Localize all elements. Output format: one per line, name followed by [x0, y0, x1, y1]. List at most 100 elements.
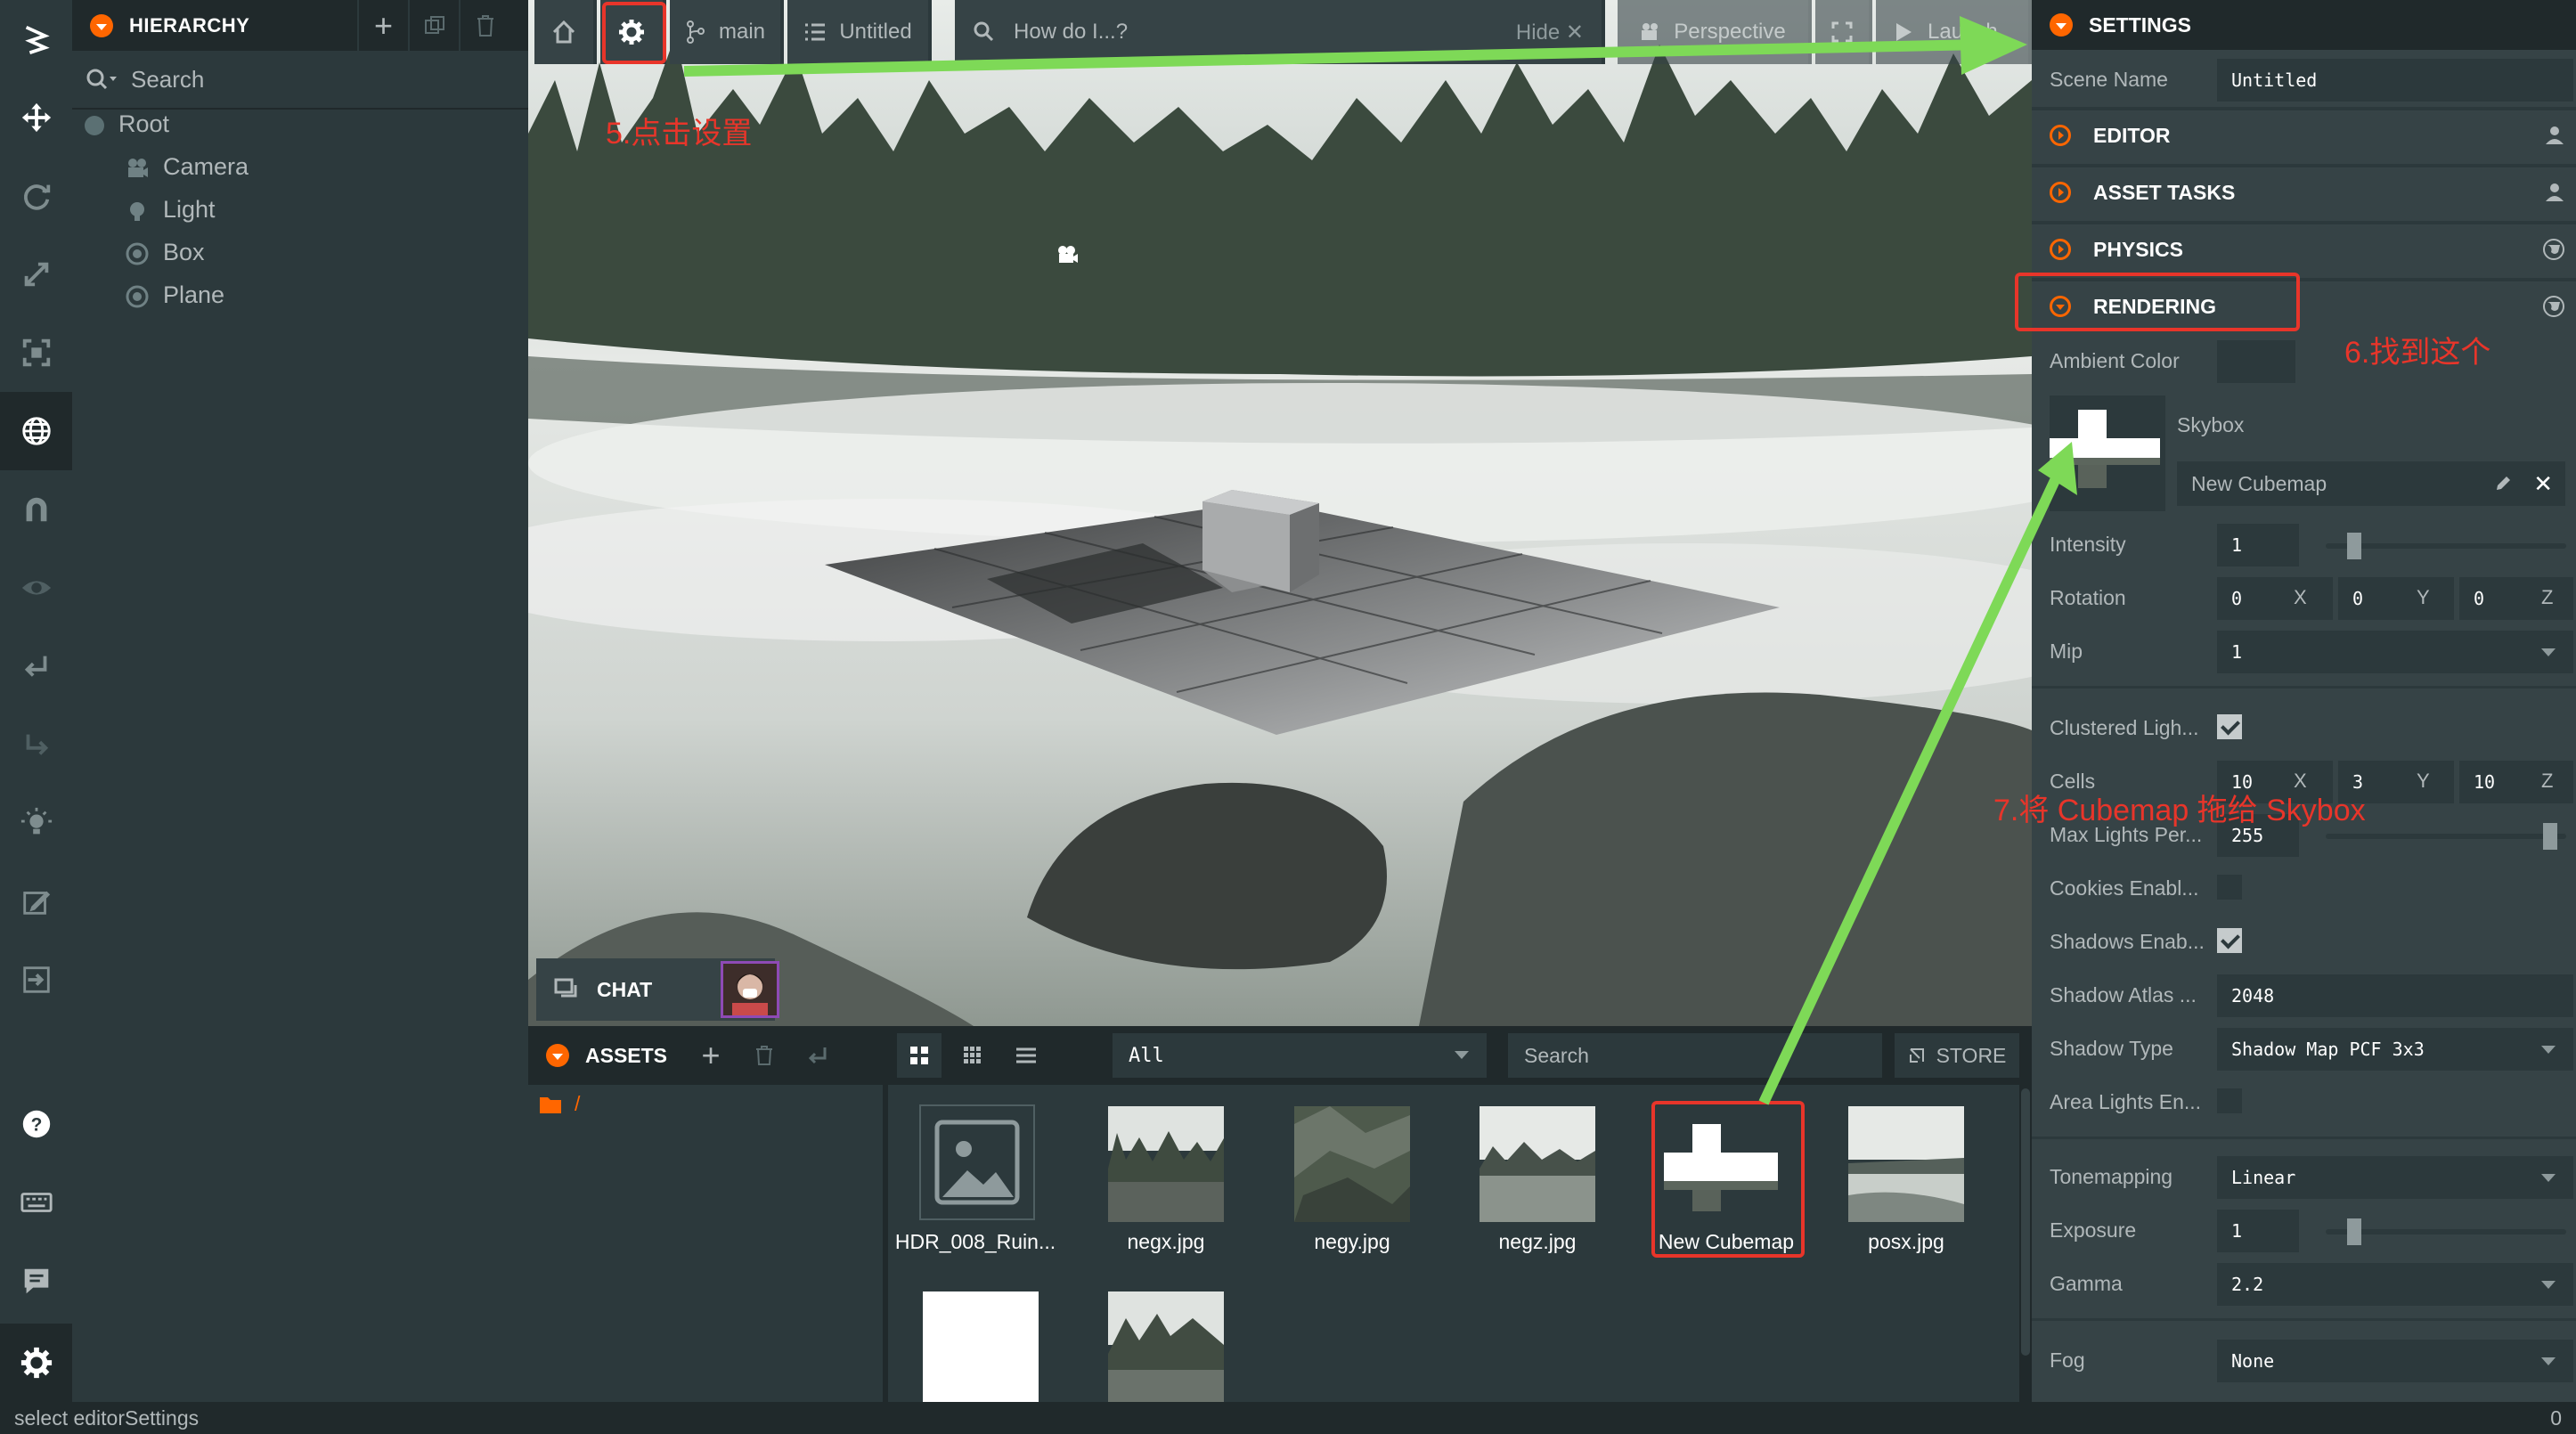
delete-asset-button[interactable] [738, 1030, 790, 1081]
shadows-checkbox[interactable] [2217, 928, 2242, 953]
fog-select[interactable]: None [2217, 1340, 2573, 1382]
tree-item-label: Root [118, 110, 170, 137]
shadow-type-select[interactable]: Shadow Map PCF 3x3 [2217, 1028, 2573, 1071]
duplicate-entity-button[interactable] [408, 0, 459, 51]
tonemapping-select[interactable]: Linear [2217, 1156, 2573, 1199]
shadow-atlas-input[interactable]: 2048 [2217, 974, 2573, 1017]
gamma-select[interactable]: 2.2 [2217, 1263, 2573, 1306]
exposure-slider-handle[interactable] [2347, 1218, 2361, 1245]
rotate-tool-icon[interactable] [0, 157, 72, 235]
delete-entity-button[interactable] [459, 0, 509, 51]
redo-icon[interactable] [0, 705, 72, 784]
intensity-input[interactable]: 1 [2217, 524, 2299, 566]
asset-tile-posx[interactable] [1848, 1106, 1964, 1222]
help-search[interactable]: How do I...? Hide ✕ [955, 0, 1605, 64]
rotation-y-input[interactable]: 0 [2338, 577, 2454, 620]
model-icon [126, 285, 149, 308]
hide-button[interactable]: Hide ✕ [1516, 20, 1584, 45]
asset-tile-negz[interactable] [1480, 1106, 1595, 1222]
move-tool-icon[interactable] [0, 78, 72, 157]
scene-name-input[interactable]: Untitled [2217, 59, 2573, 102]
scale-tool-icon[interactable] [0, 235, 72, 314]
resize-tool-icon[interactable] [0, 314, 72, 392]
camera-select[interactable]: Perspective [1618, 0, 1812, 64]
collapse-icon[interactable] [90, 13, 113, 37]
settings-gear-icon[interactable] [0, 1324, 72, 1402]
section-editor[interactable]: EDITOR [2032, 107, 2576, 164]
clear-icon[interactable]: ✕ [2533, 470, 2553, 498]
rotation-x-input[interactable]: 0 [2217, 577, 2333, 620]
hierarchy-search[interactable]: Search [72, 51, 528, 110]
root-folder[interactable]: / [539, 1092, 580, 1116]
ambient-color-swatch[interactable] [2217, 340, 2295, 383]
scene-button[interactable]: Untitled [787, 0, 932, 64]
asset-search-input[interactable]: Search [1508, 1033, 1882, 1078]
exposure-slider[interactable] [2326, 1229, 2566, 1234]
highlight-rendering-section [2015, 273, 2300, 331]
playcanvas-logo-icon[interactable] [0, 0, 72, 78]
snap-magnet-icon[interactable] [0, 470, 72, 549]
back-button[interactable] [792, 1030, 844, 1081]
rotation-row: Rotation 0 X 0 Y 0 Z [2032, 575, 2576, 620]
help-icon[interactable]: ? [0, 1085, 72, 1163]
asset-tile-posz[interactable] [1108, 1291, 1224, 1402]
asset-tile-hdr[interactable] [919, 1104, 1035, 1220]
user-icon [2546, 183, 2564, 201]
max-lights-slider-handle[interactable] [2543, 823, 2557, 850]
section-physics[interactable]: PHYSICS [2032, 221, 2576, 278]
asset-filter-select[interactable]: All [1113, 1033, 1487, 1078]
cookies-row: Cookies Enabl... [2032, 866, 2576, 910]
trash-icon [756, 1046, 772, 1065]
home-button[interactable] [534, 0, 597, 64]
branch-icon [686, 20, 705, 44]
skybox-asset-field[interactable]: New Cubemap ✕ [2177, 461, 2565, 506]
add-entity-button[interactable]: + [357, 0, 408, 51]
launch-button[interactable]: Launch [1876, 0, 2032, 64]
lightbulb-icon[interactable] [0, 784, 72, 862]
asset-tile-negx[interactable] [1108, 1106, 1224, 1222]
fullscreen-button[interactable] [1815, 0, 1872, 64]
scene-viewport[interactable] [528, 0, 2032, 1026]
scene-name-label: Scene Name [2050, 68, 2168, 91]
tree-item-root[interactable]: Root [85, 110, 169, 138]
undo-icon[interactable] [0, 627, 72, 705]
mip-select[interactable]: 1 [2217, 631, 2573, 673]
cells-z-input[interactable]: 10 [2459, 761, 2573, 803]
branch-button[interactable]: main [670, 0, 784, 64]
list-view-button[interactable] [1004, 1033, 1048, 1078]
expand-icon [2050, 182, 2071, 203]
eye-icon[interactable] [0, 549, 72, 627]
user-avatar[interactable] [721, 961, 779, 1018]
collapse-icon[interactable] [2050, 13, 2073, 37]
world-space-icon[interactable] [0, 392, 72, 470]
tree-item-plane[interactable]: Plane [126, 281, 224, 309]
asset-scrollbar[interactable] [2019, 1085, 2032, 1402]
max-lights-slider[interactable] [2326, 834, 2566, 839]
tree-item-box[interactable]: Box [126, 239, 205, 266]
add-asset-button[interactable]: + [685, 1030, 737, 1081]
section-asset-tasks[interactable]: ASSET TASKS [2032, 164, 2576, 221]
intensity-slider-handle[interactable] [2347, 533, 2361, 559]
keyboard-icon[interactable] [0, 1163, 72, 1242]
asset-tile-white[interactable] [923, 1291, 1039, 1402]
publish-icon[interactable] [0, 941, 72, 1019]
large-grid-view-button[interactable] [897, 1033, 942, 1078]
intensity-slider[interactable] [2326, 543, 2566, 549]
cookies-checkbox[interactable] [2217, 875, 2242, 900]
code-editor-icon[interactable] [0, 862, 72, 941]
skybox-thumbnail[interactable] [2050, 395, 2165, 511]
collapse-icon[interactable] [546, 1044, 569, 1067]
edit-icon[interactable] [2494, 475, 2512, 493]
tree-item-camera[interactable]: Camera [126, 153, 249, 181]
store-button[interactable]: STORE [1895, 1033, 2019, 1078]
rotation-z-input[interactable]: 0 [2459, 577, 2573, 620]
area-lights-checkbox[interactable] [2217, 1088, 2242, 1113]
tree-item-light[interactable]: Light [126, 196, 216, 224]
clustered-checkbox[interactable] [2217, 714, 2242, 739]
exposure-input[interactable]: 1 [2217, 1210, 2299, 1252]
small-grid-view-button[interactable] [950, 1033, 995, 1078]
asset-tile-negy[interactable] [1294, 1106, 1410, 1222]
chat-icon [554, 978, 577, 998]
store-icon [1909, 1048, 1924, 1063]
feedback-icon[interactable] [0, 1242, 72, 1320]
